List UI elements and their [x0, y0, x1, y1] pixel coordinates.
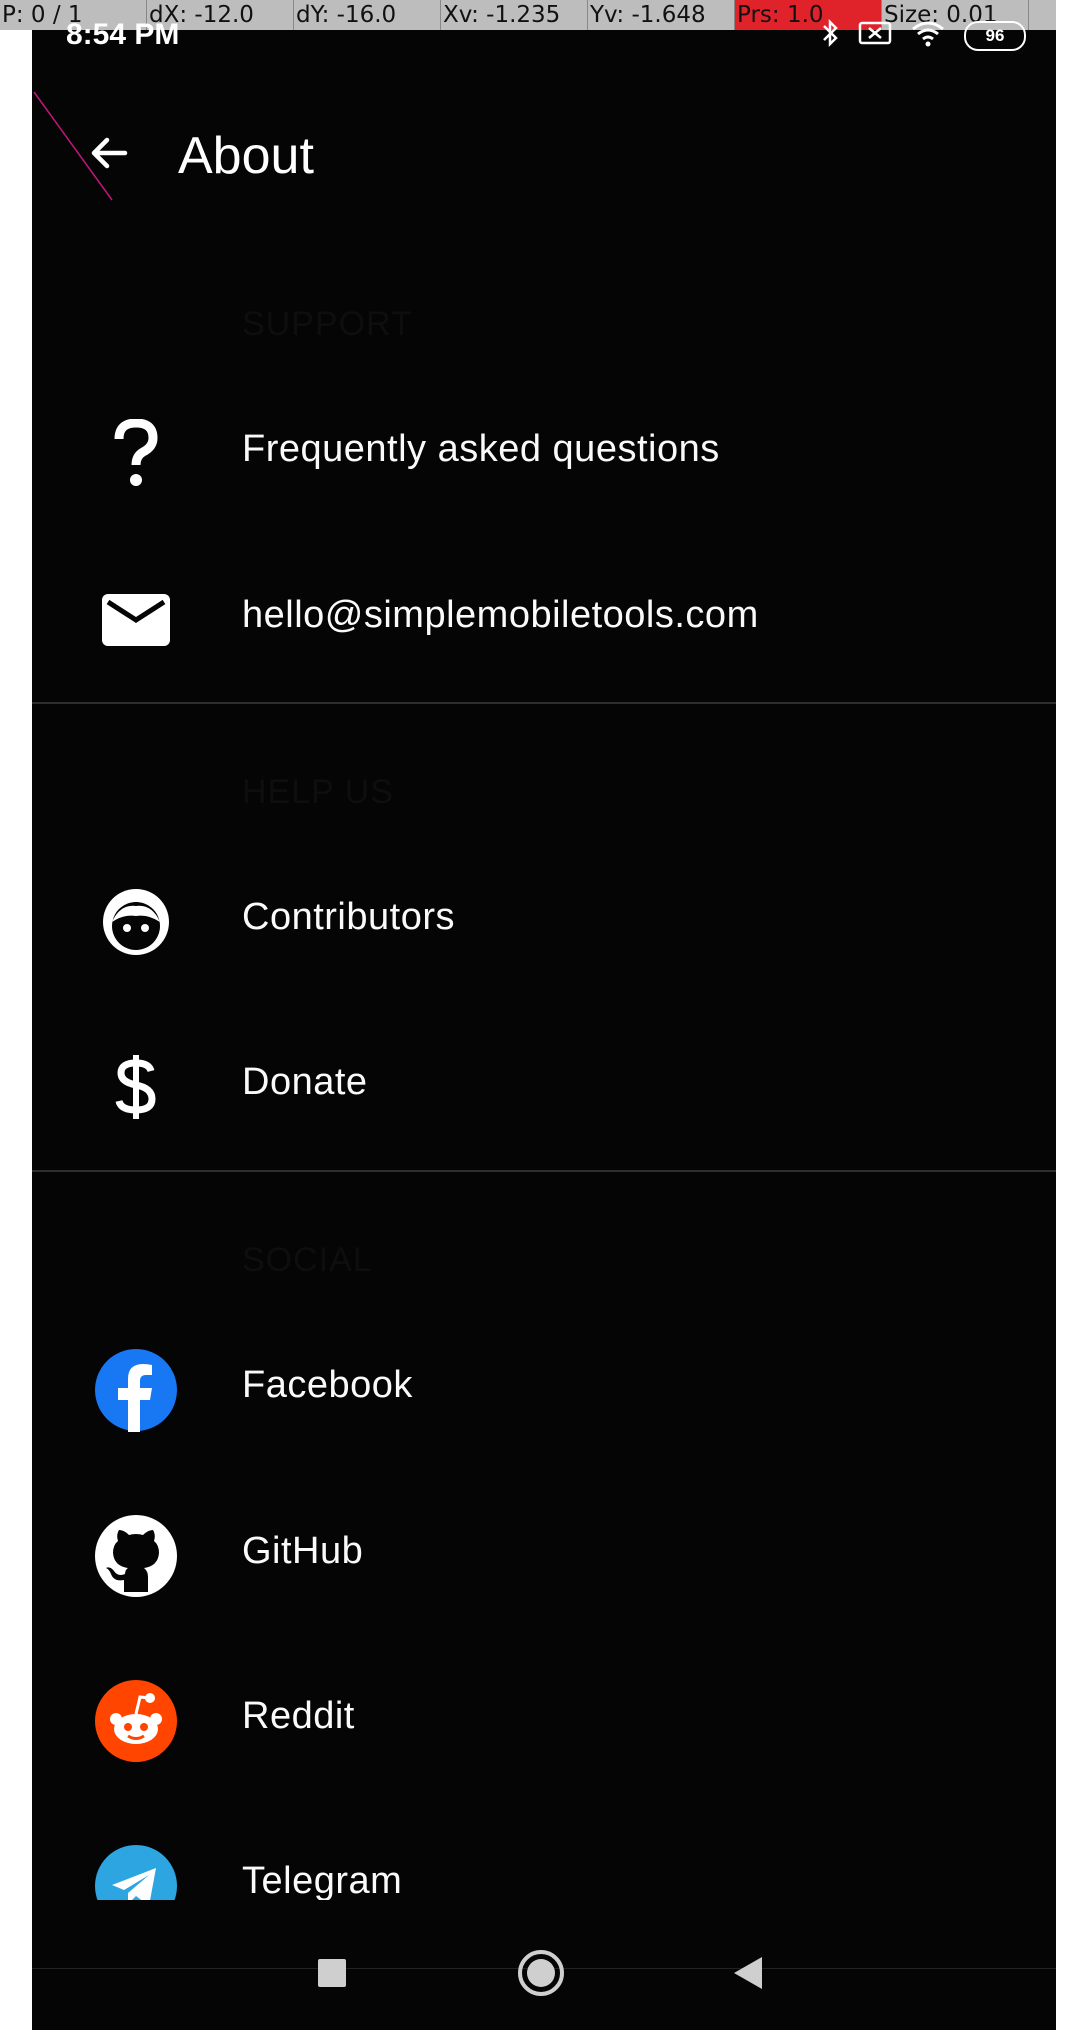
dollar-icon [94, 1045, 178, 1129]
section-header-social: SOCIAL [242, 1241, 373, 1279]
section-header-support: SUPPORT [242, 305, 413, 343]
nav-back-button[interactable] [719, 1945, 779, 2005]
divider [32, 702, 1056, 704]
status-icons: 96 [820, 18, 1026, 53]
donate-label: Donate [242, 1061, 368, 1103]
facebook-icon [94, 1348, 178, 1432]
github-icon [94, 1514, 178, 1598]
email-icon [94, 578, 178, 662]
bluetooth-icon [820, 18, 840, 53]
battery-icon: 96 [964, 20, 1026, 51]
facebook-label: Facebook [242, 1364, 413, 1406]
face-icon [94, 880, 178, 964]
telegram-label: Telegram [242, 1860, 403, 1902]
faq-item[interactable]: Frequently asked questions [32, 378, 1056, 528]
email-label: hello@simplemobiletools.com [242, 594, 759, 636]
facebook-item[interactable]: Facebook [32, 1314, 1056, 1464]
home-icon [517, 1949, 565, 2002]
faq-label: Frequently asked questions [242, 428, 720, 470]
pointer-trail [33, 91, 113, 201]
reddit-icon [94, 1679, 178, 1763]
github-label: GitHub [242, 1530, 364, 1572]
divider [32, 1170, 1056, 1172]
email-item[interactable]: hello@simplemobiletools.com [32, 544, 1056, 694]
github-item[interactable]: GitHub [32, 1480, 1056, 1630]
wifi-icon [910, 18, 946, 53]
status-bar: 8:54 PM 96 [32, 0, 1056, 80]
donate-item[interactable]: Donate [32, 1011, 1056, 1161]
contributors-label: Contributors [242, 896, 455, 938]
section-header-help-us: HELP US [242, 773, 394, 811]
page-title: About [178, 127, 314, 185]
contributors-item[interactable]: Contributors [32, 846, 1056, 996]
question-mark-icon [94, 412, 178, 496]
toolbar: About [32, 110, 1056, 200]
home-button[interactable] [511, 1945, 571, 2005]
reddit-label: Reddit [242, 1695, 355, 1737]
screen-cast-icon [858, 19, 892, 52]
back-triangle-icon [732, 1955, 766, 1996]
about-screen: 8:54 PM 96 About SUPPORT Frequently aske… [32, 0, 1056, 2030]
recents-button[interactable] [302, 1945, 362, 2005]
reddit-item[interactable]: Reddit [32, 1645, 1056, 1795]
recents-icon [316, 1957, 348, 1994]
status-time: 8:54 PM [66, 18, 180, 51]
